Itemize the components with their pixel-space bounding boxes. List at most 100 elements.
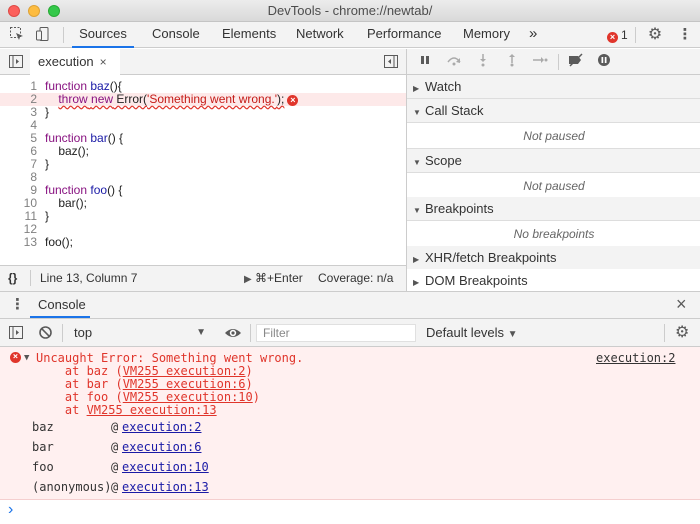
call-frame-name: bar (32, 440, 54, 454)
close-drawer-icon[interactable]: × (676, 294, 687, 315)
call-frame-link[interactable]: execution:13 (122, 479, 209, 495)
file-tab-execution[interactable]: execution × (30, 49, 120, 75)
step-out-icon[interactable] (503, 53, 521, 71)
pause-on-exceptions-icon[interactable] (595, 53, 613, 71)
tab-console[interactable]: Console (152, 22, 200, 48)
code-editor[interactable]: 1 function baz(){ 2 throw new Error('Some… (0, 75, 406, 265)
stack-trace-link[interactable]: VM255 execution:10 (123, 390, 253, 404)
more-options-icon[interactable]: ⋮ (676, 26, 694, 44)
section-scope[interactable]: ▼ Scope (407, 149, 700, 173)
clear-console-icon[interactable] (38, 325, 53, 343)
run-snippet-button[interactable]: ▶ ⌘+Enter (244, 266, 303, 292)
error-icon: × (10, 352, 21, 363)
expand-arrow-icon: ▶ (413, 84, 420, 93)
inline-error-icon[interactable]: × (287, 95, 299, 106)
editor-tab-bar: execution × (0, 49, 406, 75)
collapse-arrow-icon: ▼ (413, 206, 421, 215)
minimize-window-button[interactable] (28, 5, 40, 17)
close-window-button[interactable] (8, 5, 20, 17)
at-symbol: @ (111, 460, 119, 474)
log-levels-dropdown[interactable]: Default levels ▼ (426, 322, 518, 343)
expand-arrow-icon: ▶ (413, 255, 420, 264)
stack-trace-link[interactable]: VM255 execution:6 (123, 377, 246, 391)
pause-icon[interactable] (416, 53, 434, 71)
show-sidebar-icon[interactable] (8, 325, 24, 343)
code-line: 11} (24, 209, 50, 223)
error-source-link[interactable]: execution:2 (596, 352, 675, 365)
call-frame-link[interactable]: execution:2 (122, 419, 201, 435)
console-filter-input[interactable]: Filter (256, 324, 416, 342)
toggle-debugger-icon[interactable] (383, 54, 399, 72)
section-call-stack[interactable]: ▼ Call Stack (407, 99, 700, 123)
section-breakpoints[interactable]: ▼ Breakpoints (407, 197, 700, 221)
tab-performance[interactable]: Performance (367, 22, 441, 48)
debugger-toolbar (407, 49, 700, 75)
more-tabs-button[interactable]: » (529, 22, 537, 48)
toggle-navigator-icon[interactable] (8, 54, 24, 72)
section-xhr-breakpoints[interactable]: ▶ XHR/fetch Breakpoints (407, 246, 700, 270)
dropdown-arrow-icon: ▼ (507, 329, 518, 340)
code-line: 6 baz(); (30, 144, 90, 158)
pretty-print-button[interactable]: {} (8, 266, 17, 291)
main-toolbar: Sources Console Elements Network Perform… (0, 22, 700, 48)
stack-trace-line: at VM255 execution:13 (36, 403, 217, 417)
collapse-arrow-icon: ▼ (413, 108, 421, 117)
coverage-status: Coverage: n/a (318, 271, 394, 285)
tab-memory[interactable]: Memory (463, 22, 510, 48)
tab-elements[interactable]: Elements (222, 22, 276, 48)
inspect-element-icon[interactable] (8, 26, 26, 44)
call-frame-link[interactable]: execution:6 (122, 439, 201, 455)
file-tab-label: execution (38, 54, 94, 69)
call-frame-name: foo (32, 460, 54, 474)
cursor-position: Line 13, Column 7 (40, 271, 138, 285)
context-selector[interactable]: top ▼ (68, 322, 214, 343)
stack-trace-link[interactable]: VM255 execution:13 (87, 403, 217, 417)
at-symbol: @ (111, 440, 119, 454)
error-count: 1 (621, 28, 628, 42)
at-symbol: @ (111, 480, 119, 494)
device-toolbar-icon[interactable] (34, 26, 52, 44)
drawer-menu-icon[interactable]: ⋮ (10, 295, 25, 313)
at-symbol: @ (111, 420, 119, 434)
close-file-tab-icon[interactable]: × (100, 55, 107, 69)
step-icon[interactable] (531, 53, 549, 71)
code-line: 10 bar(); (23, 196, 88, 210)
section-watch[interactable]: ▶ Watch (407, 75, 700, 99)
breakpoints-status: No breakpoints (407, 221, 700, 247)
error-count-badge[interactable]: × 1 (607, 27, 628, 43)
debugger-sidebar: ▶ Watch ▼ Call Stack Not paused ▼ Scope Not… (406, 49, 700, 293)
console-error-message: × ▼ Uncaught Error: Something went wrong… (0, 347, 700, 500)
call-frame-link[interactable]: execution:10 (122, 459, 209, 475)
code-line: 13 foo(); (23, 235, 74, 249)
section-dom-breakpoints[interactable]: ▶ DOM Breakpoints (407, 269, 700, 293)
call-frame-name: (anonymous) (32, 480, 112, 494)
window-titlebar: DevTools - chrome://newtab/ (0, 0, 700, 22)
live-expression-eye-icon[interactable] (224, 324, 242, 342)
code-line-error: 2 throw new Error('Something went wrong.… (0, 93, 406, 106)
play-icon: ▶ (244, 274, 252, 285)
call-stack-status: Not paused (407, 123, 700, 149)
tab-sources[interactable]: Sources (72, 22, 134, 48)
step-over-icon[interactable] (445, 53, 463, 71)
dropdown-arrow-icon: ▼ (196, 327, 206, 338)
editor-status-bar: {} Line 13, Column 7 ▶ ⌘+Enter Coverage:… (0, 265, 406, 291)
error-icon: × (607, 32, 618, 43)
tab-network[interactable]: Network (296, 22, 344, 48)
prompt-chevron-icon: › (8, 501, 14, 518)
expand-error-arrow-icon[interactable]: ▼ (24, 352, 29, 365)
console-toolbar: top ▼ Filter Default levels ▼ ⚙ (0, 319, 700, 347)
window-title: DevTools - chrome://newtab/ (267, 3, 433, 18)
console-settings-gear-icon[interactable]: ⚙ (675, 322, 689, 342)
deactivate-breakpoints-icon[interactable] (567, 53, 585, 71)
drawer-tab-console[interactable]: Console (30, 292, 90, 318)
console-prompt[interactable]: › (0, 500, 700, 524)
collapse-arrow-icon: ▼ (413, 158, 421, 167)
scope-status: Not paused (407, 173, 700, 199)
code-line: 3} (30, 105, 50, 119)
code-line: 7} (30, 157, 50, 171)
drawer-header: ⋮ Console × (0, 291, 700, 319)
stack-trace-link[interactable]: VM255 execution:2 (123, 364, 246, 378)
zoom-window-button[interactable] (48, 5, 60, 17)
settings-gear-icon[interactable]: ⚙ (646, 26, 664, 44)
step-into-icon[interactable] (474, 53, 492, 71)
